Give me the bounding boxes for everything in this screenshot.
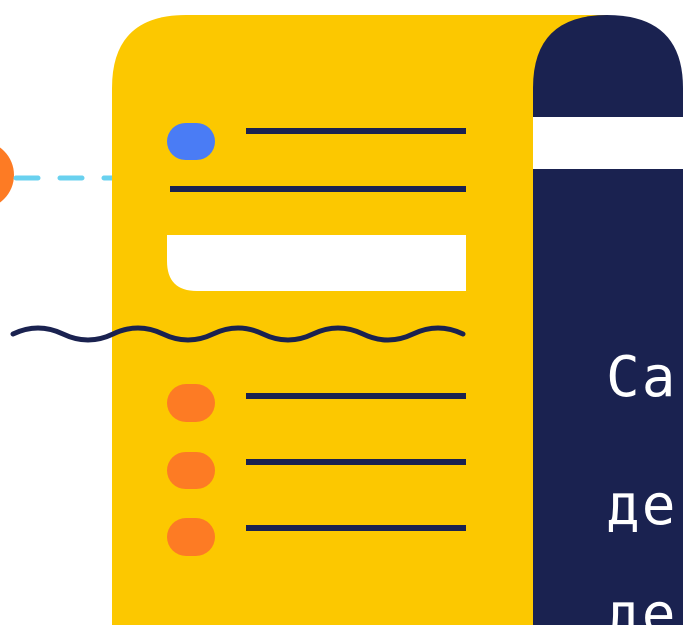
blue-bullet-icon — [167, 123, 215, 160]
panel-text-line-2: де — [606, 473, 678, 538]
orange-circle-icon — [0, 147, 14, 203]
illustration-canvas: Са де де — [0, 0, 683, 625]
white-input-bar — [167, 235, 466, 291]
document-illustration — [0, 15, 683, 625]
orange-bullet-icon-3 — [167, 518, 215, 556]
orange-bullet-icon-2 — [167, 452, 215, 489]
panel-text-line-1: Са — [606, 345, 678, 410]
white-strip — [533, 117, 683, 169]
panel-text-line-3: де — [606, 582, 678, 625]
orange-bullet-icon-1 — [167, 384, 215, 422]
